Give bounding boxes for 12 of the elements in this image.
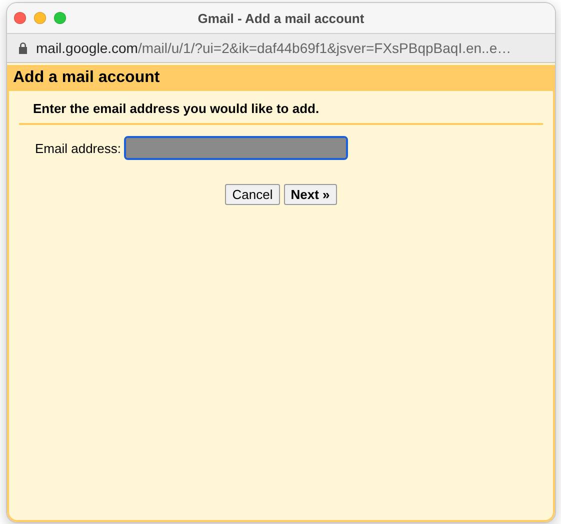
dialog-title: Add a mail account — [9, 65, 553, 91]
minimize-button[interactable] — [34, 12, 46, 24]
email-field[interactable] — [126, 138, 346, 158]
cancel-button[interactable]: Cancel — [225, 184, 280, 205]
url-text[interactable]: mail.google.com/mail/u/1/?ui=2&ik=daf44b69f1&jsver=FXsPBqpBaqI.en..e… — [36, 40, 512, 56]
window-title: Gmail - Add a mail account — [196, 10, 366, 26]
email-label: Email address: — [35, 140, 121, 156]
instruction-text: Enter the email address you would like to add. — [19, 91, 543, 125]
close-button[interactable] — [14, 12, 26, 24]
lock-icon — [18, 42, 28, 54]
next-button[interactable]: Next » — [284, 184, 337, 205]
maximize-button[interactable] — [54, 12, 66, 24]
